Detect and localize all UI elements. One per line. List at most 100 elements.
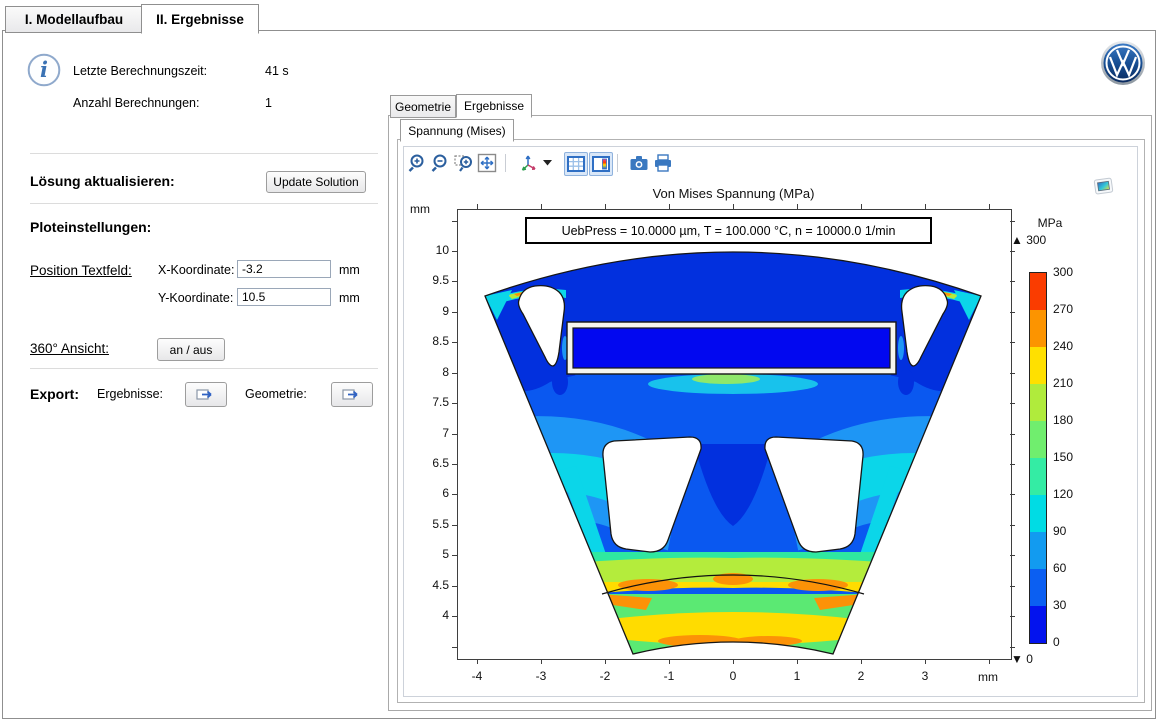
update-solution-button[interactable]: Update Solution: [266, 171, 366, 193]
y-tick: [452, 312, 457, 313]
graphics-snapshot-corner-icon[interactable]: [1092, 176, 1116, 196]
y-tick: [1010, 525, 1015, 526]
zoom-extents-button[interactable]: [476, 152, 498, 174]
zoom-out-button[interactable]: [430, 152, 452, 174]
computation-count-value: 1: [265, 96, 272, 110]
y-tick: [1010, 312, 1015, 313]
zoom-in-button[interactable]: [407, 152, 429, 174]
y-tick: [452, 525, 457, 526]
colorbar-tick-label: 60: [1053, 561, 1066, 575]
colorbar-tick-label: 90: [1053, 524, 1066, 538]
svg-text:i: i: [40, 57, 48, 82]
zoom-box-button[interactable]: [453, 152, 475, 174]
y-tick: [452, 555, 457, 556]
magnet: [573, 328, 890, 368]
y-tick: [1010, 464, 1015, 465]
colorbar: [1029, 272, 1047, 644]
y-tick-label: 7: [409, 426, 449, 440]
update-solution-label: Lösung aktualisieren:: [30, 173, 175, 189]
von-mises-contour-plot: [457, 209, 1010, 658]
print-button[interactable]: [652, 152, 674, 174]
graphics-tab-ergebnisse-label: Ergebnisse: [464, 99, 524, 113]
x-tick-label: -2: [585, 669, 625, 683]
x-tick-label: 1: [777, 669, 817, 683]
view-orientation-icon: [519, 153, 539, 173]
colorbar-segment: [1030, 458, 1046, 495]
grid-toggle-button[interactable]: [564, 152, 588, 176]
y-tick: [1010, 647, 1015, 648]
colorbar-max-marker: ▲ 300: [1011, 233, 1046, 247]
vw-logo: [1100, 40, 1146, 86]
y-tick: [452, 586, 457, 587]
view-360-toggle-button[interactable]: an / aus: [157, 338, 225, 361]
x-tick: [669, 204, 670, 209]
y-tick: [452, 616, 457, 617]
x-tick-label: -4: [457, 669, 497, 683]
colorbar-segment: [1030, 606, 1046, 643]
camera-icon: [629, 154, 649, 172]
x-tick: [989, 204, 990, 209]
x-coordinate-field[interactable]: [237, 260, 331, 278]
y-tick: [1010, 434, 1015, 435]
view-orientation-dropdown[interactable]: [541, 152, 555, 174]
export-results-label: Ergebnisse:: [97, 387, 163, 401]
colorbar-tick-label: 270: [1053, 302, 1073, 316]
y-tick: [1010, 221, 1015, 222]
x-tick: [733, 659, 734, 664]
y-tick: [452, 373, 457, 374]
y-tick: [452, 281, 457, 282]
x-tick: [925, 659, 926, 664]
colorbar-tick-label: 0: [1053, 635, 1060, 649]
y-tick: [1010, 342, 1015, 343]
colorbar-segment: [1030, 532, 1046, 569]
tab-modellaufbau[interactable]: I. Modellaufbau: [5, 6, 143, 33]
colorbar-min-marker: ▼ 0: [1011, 652, 1033, 666]
y-tick-label: 4.5: [409, 578, 449, 592]
plot-tab-spannung-mises[interactable]: Spannung (Mises): [400, 119, 514, 142]
y-coordinate-label: Y-Koordinate:: [158, 291, 233, 305]
y-tick: [452, 403, 457, 404]
computation-count-label: Anzahl Berechnungen:: [73, 96, 199, 110]
x-tick-label: -3: [521, 669, 561, 683]
zoom-out-icon: [431, 153, 451, 173]
export-results-button[interactable]: [185, 382, 227, 407]
y-axis-unit: mm: [410, 202, 430, 216]
colorbar-tick-label: 120: [1053, 487, 1073, 501]
toolbar-separator: [617, 154, 618, 172]
x-tick: [797, 659, 798, 664]
color-legend-icon: [592, 156, 610, 172]
chevron-down-icon: [543, 160, 553, 166]
tab-ergebnisse[interactable]: II. Ergebnisse: [141, 4, 259, 34]
y-tick: [452, 251, 457, 252]
view-360-label: 360° Ansicht:: [30, 341, 109, 356]
view-orientation-button[interactable]: [518, 152, 540, 174]
x-tick: [477, 659, 478, 664]
printer-icon: [653, 154, 673, 172]
color-legend-toggle-button[interactable]: [589, 152, 613, 176]
x-tick-label: 3: [905, 669, 945, 683]
plot-title: Von Mises Spannung (MPa): [457, 186, 1010, 201]
y-tick: [1010, 494, 1015, 495]
x-tick: [925, 204, 926, 209]
export-geometry-button[interactable]: [331, 382, 373, 407]
colorbar-segment: [1030, 273, 1046, 310]
x-tick: [605, 204, 606, 209]
y-coordinate-field[interactable]: [237, 288, 331, 306]
y-tick: [452, 494, 457, 495]
x-tick: [477, 204, 478, 209]
graphics-tab-ergebnisse[interactable]: Ergebnisse: [456, 94, 532, 118]
y-tick: [1010, 281, 1015, 282]
snapshot-button[interactable]: [628, 152, 650, 174]
graphics-tab-geometrie[interactable]: Geometrie: [390, 95, 456, 118]
plot-tab-label: Spannung (Mises): [408, 124, 505, 138]
zoom-extents-icon: [477, 153, 497, 173]
y-tick-label: 9: [409, 304, 449, 318]
x-tick: [541, 204, 542, 209]
y-tick-label: 5.5: [409, 517, 449, 531]
colorbar-tick-label: 210: [1053, 376, 1073, 390]
y-tick: [1010, 616, 1015, 617]
zoom-in-icon: [408, 153, 428, 173]
y-tick-label: 6: [409, 486, 449, 500]
textfield-position-label: Position Textfeld:: [30, 263, 132, 278]
divider: [30, 203, 378, 204]
